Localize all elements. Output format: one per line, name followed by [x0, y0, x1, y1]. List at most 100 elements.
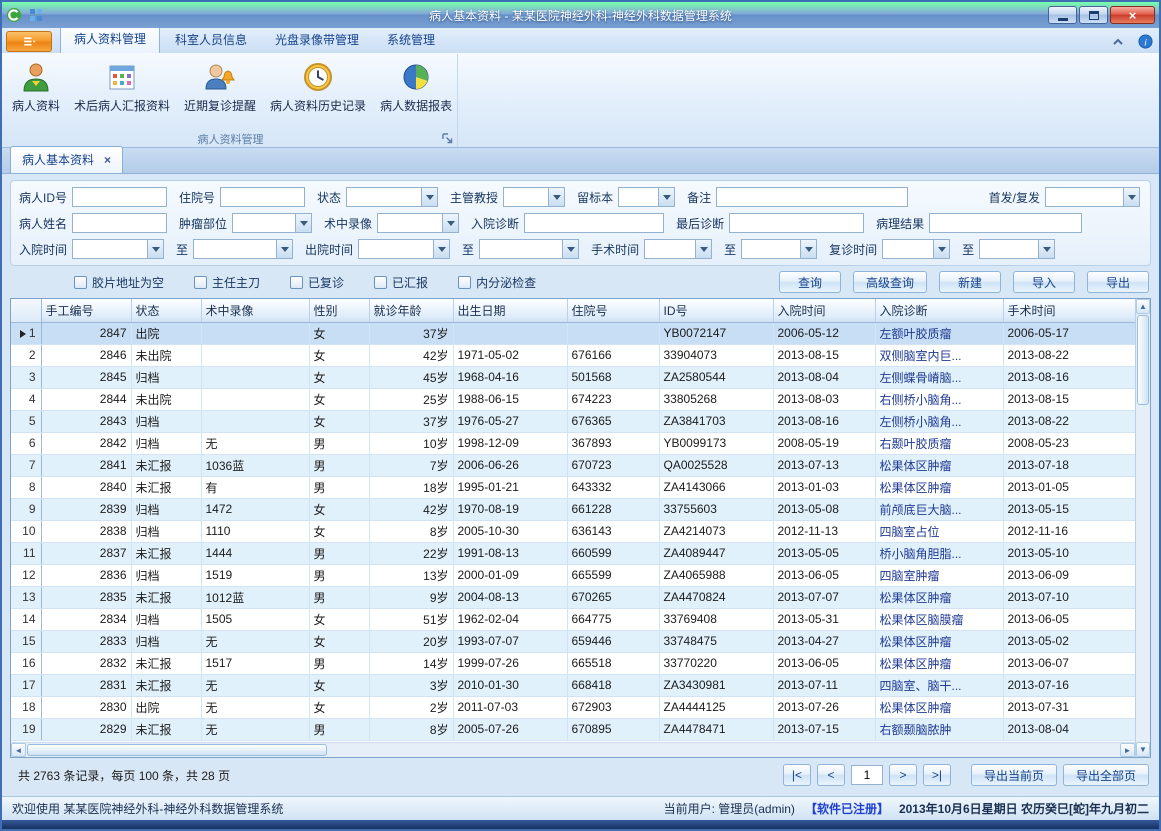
filter-patient-id-input[interactable]: [72, 187, 167, 207]
help-button[interactable]: i: [1138, 34, 1153, 49]
filter-remark-input[interactable]: [716, 187, 908, 207]
horizontal-scroll-track[interactable]: [328, 743, 1120, 757]
grid-column-header[interactable]: ID号: [659, 299, 773, 322]
table-row[interactable]: 162832未汇报1517男14岁1999-07-266655183377022…: [11, 652, 1139, 674]
filter-specimen-input[interactable]: [618, 187, 675, 207]
filter-discharge-to-field[interactable]: [480, 240, 562, 258]
vertical-scroll-thumb[interactable]: [1137, 315, 1149, 405]
filter-revisit-to-input[interactable]: [979, 239, 1055, 259]
table-row[interactable]: 182830出院无女2岁2011-07-03672903ZA4444125201…: [11, 696, 1139, 718]
scroll-right-icon[interactable]: ►: [1120, 743, 1135, 757]
table-row[interactable]: 62842归档无男10岁1998-12-09367893YB0099173200…: [11, 432, 1139, 454]
query-button[interactable]: 查询: [779, 271, 841, 293]
table-row[interactable]: 22846未出院女42岁1971-05-02676166339040732013…: [11, 344, 1139, 366]
dialog-launcher-icon[interactable]: [442, 133, 454, 145]
vertical-scroll-track[interactable]: [1136, 406, 1150, 742]
filter-status-input[interactable]: [346, 187, 438, 207]
first-page-button[interactable]: |<: [783, 764, 811, 786]
ribbon-tab-system[interactable]: 系统管理: [374, 27, 448, 53]
horizontal-scroll-thumb[interactable]: [27, 744, 327, 756]
table-row[interactable]: 122836归档1519男13岁2000-01-09665599ZA406598…: [11, 564, 1139, 586]
filter-final-diagnosis-field[interactable]: [730, 214, 863, 232]
grid-column-header[interactable]: 住院号: [567, 299, 659, 322]
filter-admission-diagnosis-field[interactable]: [525, 214, 663, 232]
grid-column-header[interactable]: 状态: [131, 299, 201, 322]
ribbon-tab-patient-management[interactable]: 病人资料管理: [60, 25, 160, 53]
table-row[interactable]: 32845归档女45岁1968-04-16501568ZA25805442013…: [11, 366, 1139, 388]
new-button[interactable]: 新建: [939, 271, 1001, 293]
filter-first-recur-field[interactable]: [1046, 188, 1123, 206]
vertical-scrollbar[interactable]: ▲ ▼: [1135, 299, 1150, 757]
grid-column-header[interactable]: 入院诊断: [875, 299, 1003, 322]
tab-close-icon[interactable]: ×: [104, 153, 111, 167]
grid-column-header[interactable]: 手工编号: [41, 299, 131, 322]
filter-remark-field[interactable]: [717, 188, 907, 206]
grid-column-header[interactable]: 入院时间: [773, 299, 875, 322]
grid-column-header[interactable]: 性别: [309, 299, 369, 322]
filter-status-field[interactable]: [347, 188, 421, 206]
scroll-left-icon[interactable]: ◄: [11, 743, 26, 757]
filter-inpatient-no-field[interactable]: [221, 188, 304, 206]
export-all-pages-button[interactable]: 导出全部页: [1063, 764, 1149, 786]
page-number-input[interactable]: [851, 765, 883, 785]
dropdown-arrow-icon[interactable]: [562, 240, 578, 258]
dropdown-arrow-icon[interactable]: [147, 240, 163, 258]
table-row[interactable]: 132835未汇报1012蓝男9岁2004-08-13670265ZA44708…: [11, 586, 1139, 608]
filter-specimen-field[interactable]: [619, 188, 658, 206]
filter-patient-id-field[interactable]: [73, 188, 166, 206]
checkbox-chief-surgeon[interactable]: 主任主刀: [194, 274, 260, 291]
filter-surgery-to-field[interactable]: [742, 240, 800, 258]
ribbon-button-patient-data[interactable]: 病人资料: [6, 58, 66, 116]
filter-admission-from-input[interactable]: [72, 239, 164, 259]
scroll-up-icon[interactable]: ▲: [1136, 299, 1150, 314]
scroll-down-icon[interactable]: ▼: [1136, 742, 1150, 757]
app-menu-button[interactable]: [6, 31, 52, 52]
ribbon-tab-disc-video[interactable]: 光盘录像带管理: [262, 27, 372, 53]
filter-tumor-site-input[interactable]: [232, 213, 312, 233]
maximize-button[interactable]: [1079, 6, 1108, 24]
table-row[interactable]: 192829未汇报无男8岁2005-07-26670895ZA447847120…: [11, 718, 1139, 740]
dropdown-arrow-icon[interactable]: [1038, 240, 1054, 258]
filter-surgery-from-input[interactable]: [644, 239, 712, 259]
next-page-button[interactable]: >: [889, 764, 917, 786]
filter-discharge-to-input[interactable]: [479, 239, 579, 259]
advanced-query-button[interactable]: 高级查询: [853, 271, 927, 293]
dropdown-arrow-icon[interactable]: [658, 188, 674, 206]
filter-revisit-from-input[interactable]: [882, 239, 950, 259]
filter-admission-to-input[interactable]: [193, 239, 293, 259]
dropdown-arrow-icon[interactable]: [548, 188, 564, 206]
checkbox-endocrine-exam[interactable]: 内分泌检查: [458, 274, 536, 291]
filter-professor-input[interactable]: [503, 187, 565, 207]
filter-revisit-to-field[interactable]: [980, 240, 1038, 258]
grid-column-header[interactable]: 手术时间: [1003, 299, 1139, 322]
table-row[interactable]: 12847出院女37岁YB00721472006-05-12左额叶胶质瘤2006…: [11, 322, 1139, 344]
dropdown-arrow-icon[interactable]: [433, 240, 449, 258]
filter-discharge-from-field[interactable]: [359, 240, 433, 258]
filter-admission-to-field[interactable]: [194, 240, 276, 258]
filter-tumor-site-field[interactable]: [233, 214, 295, 232]
ribbon-button-data-report[interactable]: 病人数据报表: [374, 58, 458, 116]
table-row[interactable]: 102838归档1110女8岁2005-10-30636143ZA4214073…: [11, 520, 1139, 542]
filter-revisit-from-field[interactable]: [883, 240, 933, 258]
checkbox-revisited[interactable]: 已复诊: [290, 274, 344, 291]
dropdown-arrow-icon[interactable]: [442, 214, 458, 232]
export-button[interactable]: 导出: [1087, 271, 1149, 293]
dropdown-arrow-icon[interactable]: [295, 214, 311, 232]
dropdown-arrow-icon[interactable]: [933, 240, 949, 258]
table-row[interactable]: 142834归档1505女51岁1962-02-0466477533769408…: [11, 608, 1139, 630]
filter-final-diagnosis-input[interactable]: [729, 213, 864, 233]
filter-surgery-video-field[interactable]: [378, 214, 442, 232]
filter-inpatient-no-input[interactable]: [220, 187, 305, 207]
prev-page-button[interactable]: <: [817, 764, 845, 786]
minimize-button[interactable]: [1048, 6, 1077, 24]
filter-surgery-from-field[interactable]: [645, 240, 695, 258]
dropdown-arrow-icon[interactable]: [1123, 188, 1139, 206]
dropdown-arrow-icon[interactable]: [276, 240, 292, 258]
grid-column-header[interactable]: 出生日期: [453, 299, 567, 322]
filter-pathology-result-field[interactable]: [930, 214, 1081, 232]
grid-column-header[interactable]: 就诊年龄: [369, 299, 453, 322]
ribbon-button-history-record[interactable]: 病人资料历史记录: [264, 58, 372, 116]
table-row[interactable]: 52843归档女37岁1976-05-27676365ZA38417032013…: [11, 410, 1139, 432]
table-row[interactable]: 152833归档无女20岁1993-07-0765944633748475201…: [11, 630, 1139, 652]
filter-surgery-to-input[interactable]: [741, 239, 817, 259]
